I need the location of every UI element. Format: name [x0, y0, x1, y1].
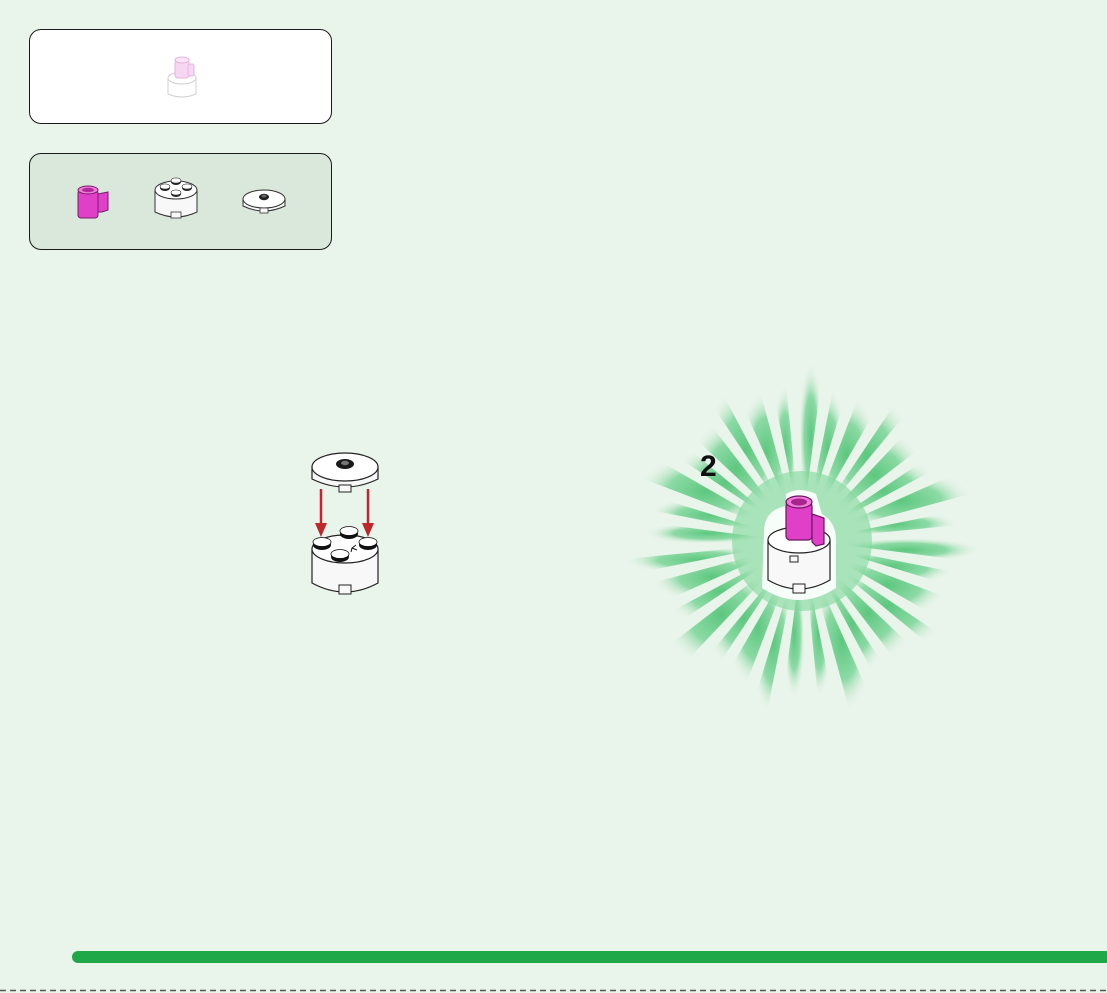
round-tile-part — [311, 452, 379, 493]
step-result-illustration — [762, 490, 836, 600]
bottom-ruler — [0, 989, 1107, 992]
step-number: 2 — [700, 450, 717, 483]
round-brick-2x2-icon — [154, 177, 198, 219]
pink-cup-icon — [77, 185, 109, 219]
model-preview-panel — [29, 29, 332, 124]
instruction-page: { "step": { "number": "2" }, "model_prev… — [0, 0, 1107, 993]
round-brick-with-cup-icon — [167, 56, 197, 98]
progress-bar — [72, 951, 1107, 963]
round-tile-with-stud-icon — [242, 189, 286, 214]
assembly-illustration — [311, 452, 379, 595]
parts-list-panel — [29, 153, 332, 250]
